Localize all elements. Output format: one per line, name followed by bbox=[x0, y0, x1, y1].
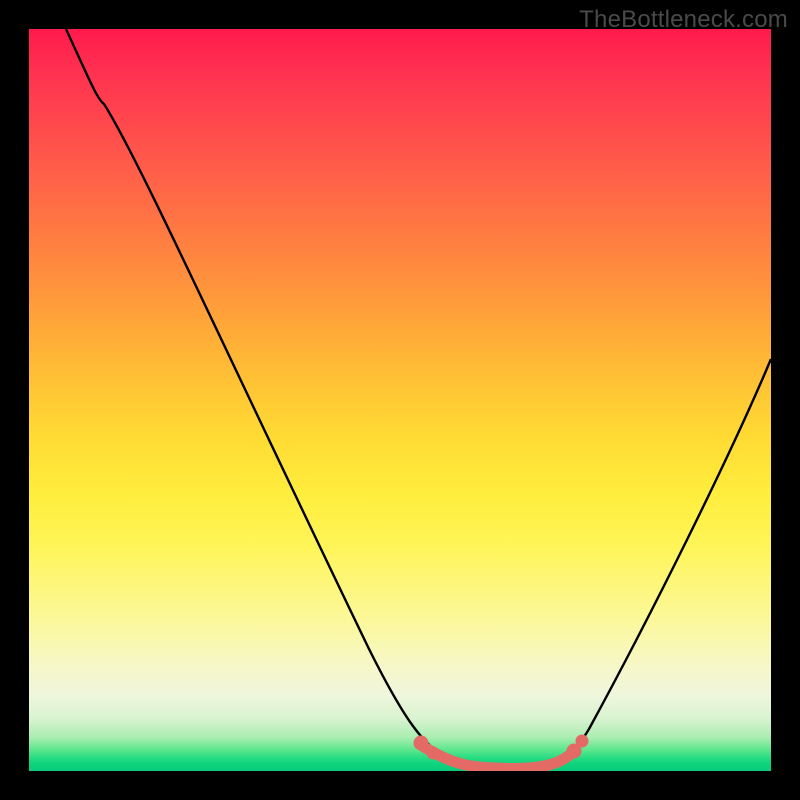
curve-path bbox=[66, 29, 771, 768]
bottleneck-curve bbox=[29, 29, 771, 771]
flat-minimum-markers bbox=[414, 735, 588, 768]
marker-dot bbox=[427, 747, 439, 759]
marker-band bbox=[424, 747, 574, 768]
watermark-text: TheBottleneck.com bbox=[579, 6, 788, 34]
chart-frame: TheBottleneck.com bbox=[0, 0, 800, 800]
marker-dot bbox=[576, 735, 588, 747]
plot-area bbox=[29, 29, 771, 771]
marker-dot bbox=[414, 736, 428, 750]
